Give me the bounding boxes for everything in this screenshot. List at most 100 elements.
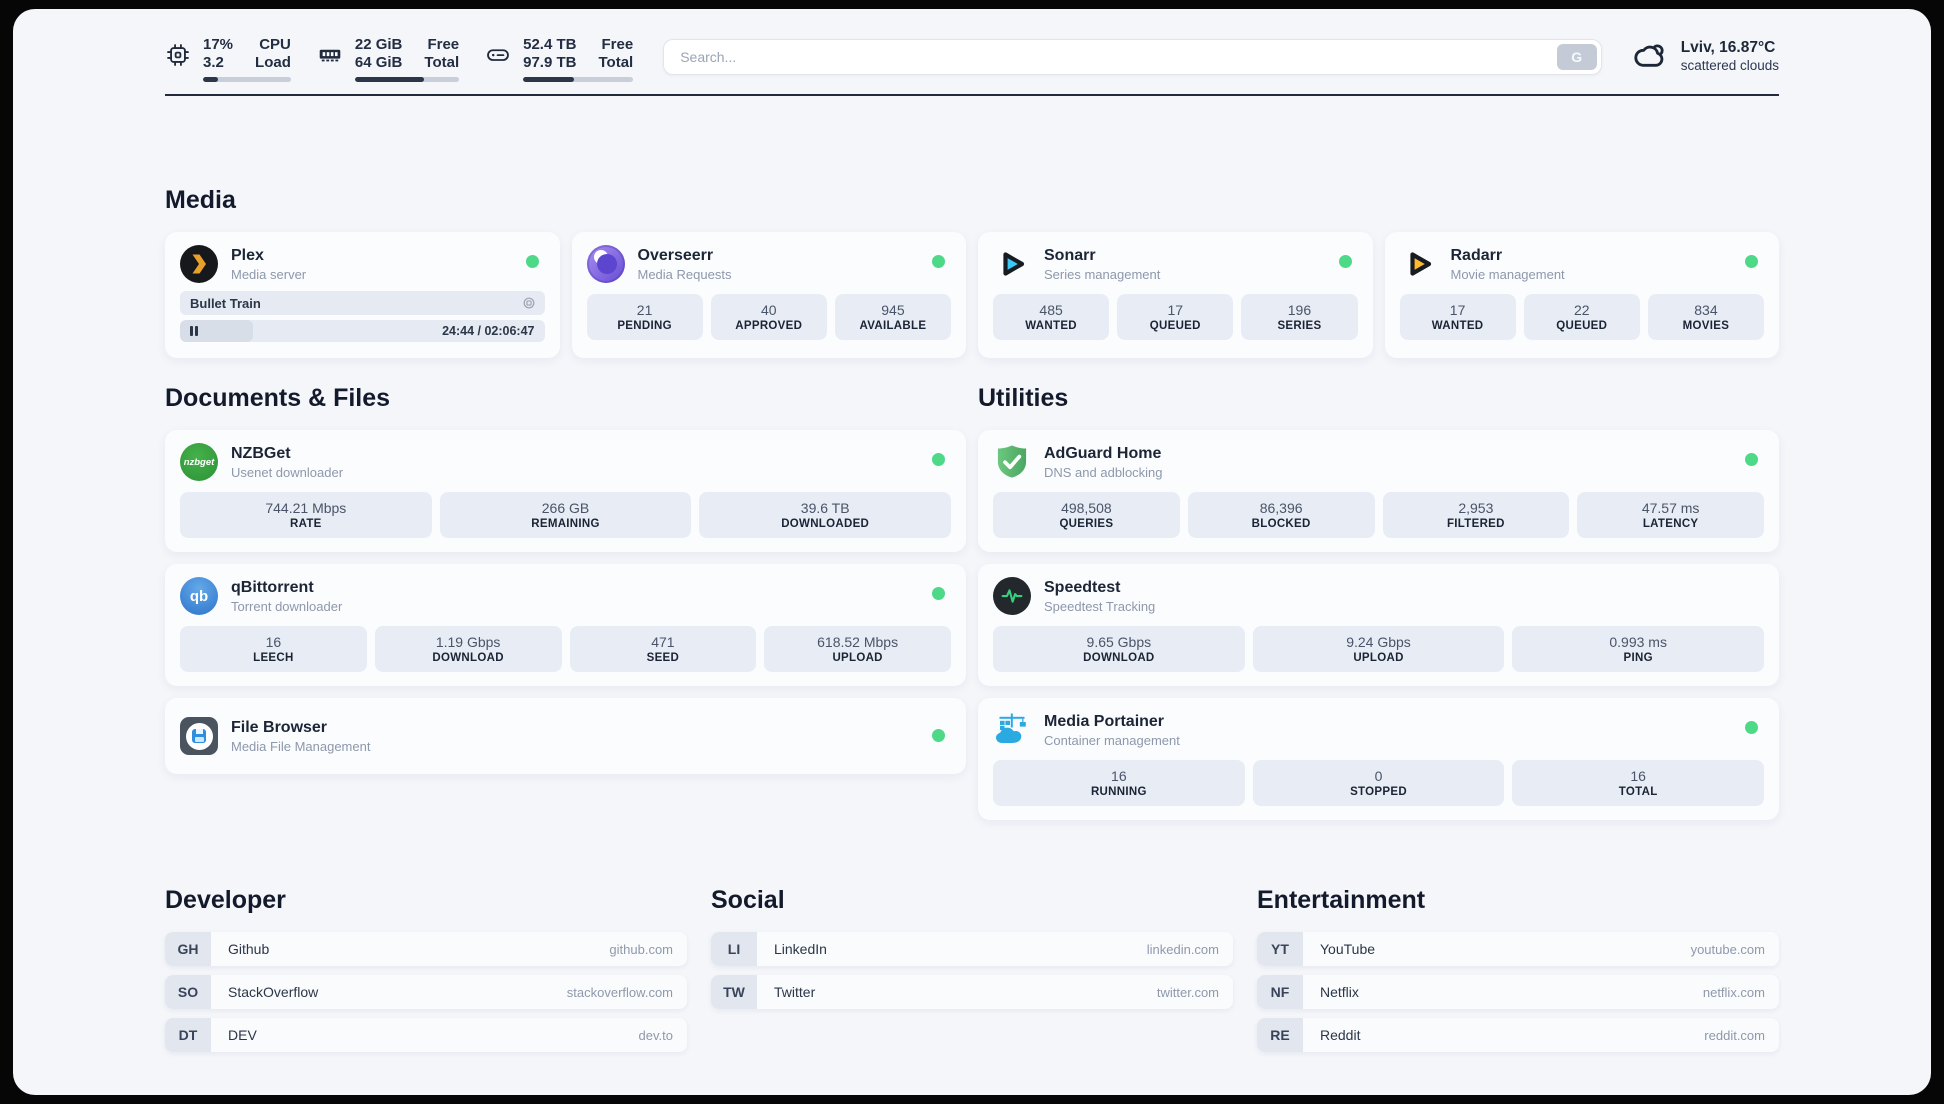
stat-tile: 40 APPROVED [710, 294, 827, 340]
app-description: Container management [1044, 732, 1180, 748]
stat-tile: 39.6 TB DOWNLOADED [699, 492, 952, 538]
speedtest-pulse-icon [993, 577, 1031, 615]
bookmark-github[interactable]: GH Github github.com [165, 932, 687, 966]
bookmark-twitter[interactable]: TW Twitter twitter.com [711, 975, 1233, 1009]
stat-tile: 86,396 BLOCKED [1187, 492, 1375, 538]
app-name: Plex [231, 246, 264, 264]
nzbget-icon: nzbget [180, 443, 218, 481]
stat-tile: 471 SEED [569, 626, 757, 672]
bookmark-linkedin[interactable]: LI LinkedIn linkedin.com [711, 932, 1233, 966]
app-card-overseerr[interactable]: Overseerr Media Requests 21 PENDING 40 A… [571, 232, 966, 358]
now-playing-title: Bullet Train [190, 295, 261, 311]
app-card-radarr[interactable]: Radarr Movie management 17 WANTED 22 QUE… [1384, 232, 1779, 358]
weather-location-temp: Lviv, 16.87°C [1680, 39, 1776, 56]
cpu-label: CPU [259, 36, 291, 53]
storage-total-label: Total [598, 54, 634, 71]
stat-tile: 47.57 ms LATENCY [1577, 492, 1764, 538]
stat-tile: 9.24 Gbps UPLOAD [1252, 626, 1505, 672]
qbittorrent-icon: qb [180, 577, 218, 615]
cpu-progress-bar [203, 77, 291, 82]
hard-drive-icon [487, 49, 510, 61]
status-dot [1745, 453, 1758, 466]
memory-total-label: Total [424, 54, 460, 71]
stat-tile: 17 WANTED [1399, 294, 1516, 340]
top-bar: 17% 3.2 CPU Load 22 GiB 64 GiB Free Tota… [165, 9, 1779, 82]
section-title-entertainment: Entertainment [1257, 886, 1426, 914]
memory-total-value: 64 GiB [354, 54, 403, 71]
stat-tile: 22 QUEUED [1523, 294, 1640, 340]
app-name: NZBGet [231, 444, 291, 462]
cpu-icon [167, 44, 189, 66]
storage-total-value: 97.9 TB [523, 54, 577, 71]
app-card-speedtest[interactable]: Speedtest Speedtest Tracking 9.65 Gbps D… [978, 564, 1779, 686]
storage-free-label: Free [601, 36, 634, 53]
app-card-nzbget[interactable]: nzbget NZBGet Usenet downloader 744.21 M… [165, 430, 966, 552]
bookmark-badge: GH [165, 932, 211, 966]
bookmark-badge: SO [165, 975, 211, 1009]
app-description: Speedtest Tracking [1044, 598, 1156, 614]
stat-tile: 1.19 Gbps DOWNLOAD [374, 626, 562, 672]
app-name: Radarr [1450, 246, 1503, 264]
storage-progress-bar [523, 77, 634, 82]
stat-tile: 196 SERIES [1241, 294, 1358, 340]
app-description: Media Requests [637, 266, 732, 282]
bookmark-netflix[interactable]: NF Netflix netflix.com [1257, 975, 1779, 1009]
section-title-utilities: Utilities [978, 384, 1069, 412]
memory-free-label: Free [427, 36, 460, 53]
cpu-load-value: 3.2 [203, 54, 224, 71]
plex-now-playing: Bullet Train 24:44 / 02:06:47 [180, 291, 545, 342]
bookmark-badge: RE [1257, 1018, 1303, 1052]
app-card-plex[interactable]: Plex Media server Bullet Train 24:44 / 0… [165, 232, 560, 358]
stat-tile: 16 TOTAL [1512, 760, 1765, 806]
bookmark-badge: TW [711, 975, 757, 1009]
stat-tile: 16 RUNNING [993, 760, 1245, 806]
memory-progress-bar [354, 77, 460, 82]
app-name: Sonarr [1044, 246, 1096, 264]
app-description: Series management [1044, 266, 1161, 282]
app-name: AdGuard Home [1044, 444, 1162, 462]
stat-tile: 618.52 Mbps UPLOAD [764, 626, 951, 672]
status-dot [932, 255, 945, 268]
bookmark-youtube[interactable]: YT YouTube youtube.com [1257, 932, 1779, 966]
status-dot [932, 453, 945, 466]
adguard-shield-icon [993, 443, 1031, 481]
bookmark-badge: NF [1257, 975, 1303, 1009]
app-name: Overseerr [637, 246, 714, 264]
stat-tile: 744.21 Mbps RATE [180, 492, 432, 538]
stat-tile: 16 LEECH [180, 626, 367, 672]
stat-tile: 266 GB REMAINING [439, 492, 692, 538]
bookmark-stackoverflow[interactable]: SO StackOverflow stackoverflow.com [165, 975, 687, 1009]
bookmark-badge: DT [165, 1018, 211, 1052]
player-progress-bar: 24:44 / 02:06:47 [180, 320, 545, 342]
app-card-qbittorrent[interactable]: qb qBittorrent Torrent downloader 16 LEE… [165, 564, 966, 686]
search-input[interactable] [663, 39, 1602, 75]
plex-icon [180, 245, 218, 283]
section-title-developer: Developer [165, 886, 286, 914]
status-dot [932, 587, 945, 600]
stat-tile: 0.993 ms PING [1512, 626, 1765, 672]
stat-tile: 17 QUEUED [1117, 294, 1234, 340]
storage-stat: 52.4 TB 97.9 TB Free Total [485, 36, 634, 82]
app-name: Media Portainer [1044, 712, 1165, 730]
dashboard-page: 17% 3.2 CPU Load 22 GiB 64 GiB Free Tota… [13, 9, 1931, 1095]
status-dot [932, 729, 945, 742]
app-card-sonarr[interactable]: Sonarr Series management 485 WANTED 17 Q… [978, 232, 1373, 358]
app-name: File Browser [231, 718, 328, 736]
section-title-documents: Documents & Files [165, 384, 391, 412]
filebrowser-icon [180, 717, 218, 755]
player-settings-icon[interactable] [521, 295, 537, 311]
app-name: Speedtest [1044, 578, 1121, 596]
app-description: Usenet downloader [231, 464, 344, 480]
bookmark-badge: YT [1257, 932, 1303, 966]
bookmark-reddit[interactable]: RE Reddit reddit.com [1257, 1018, 1779, 1052]
app-card-filebrowser[interactable]: File Browser Media File Management [165, 698, 966, 774]
bookmark-dev[interactable]: DT DEV dev.to [165, 1018, 687, 1052]
app-description: Media server [231, 266, 307, 282]
app-card-adguard[interactable]: AdGuard Home DNS and adblocking 498,508 … [978, 430, 1779, 552]
search-engine-button[interactable]: G [1556, 44, 1597, 70]
pause-icon [190, 326, 198, 336]
app-card-portainer[interactable]: Media Portainer Container management 16 … [978, 698, 1779, 820]
memory-stat: 22 GiB 64 GiB Free Total [317, 36, 460, 82]
section-title-media: Media [165, 186, 236, 214]
cpu-load-label: Load [255, 54, 291, 71]
